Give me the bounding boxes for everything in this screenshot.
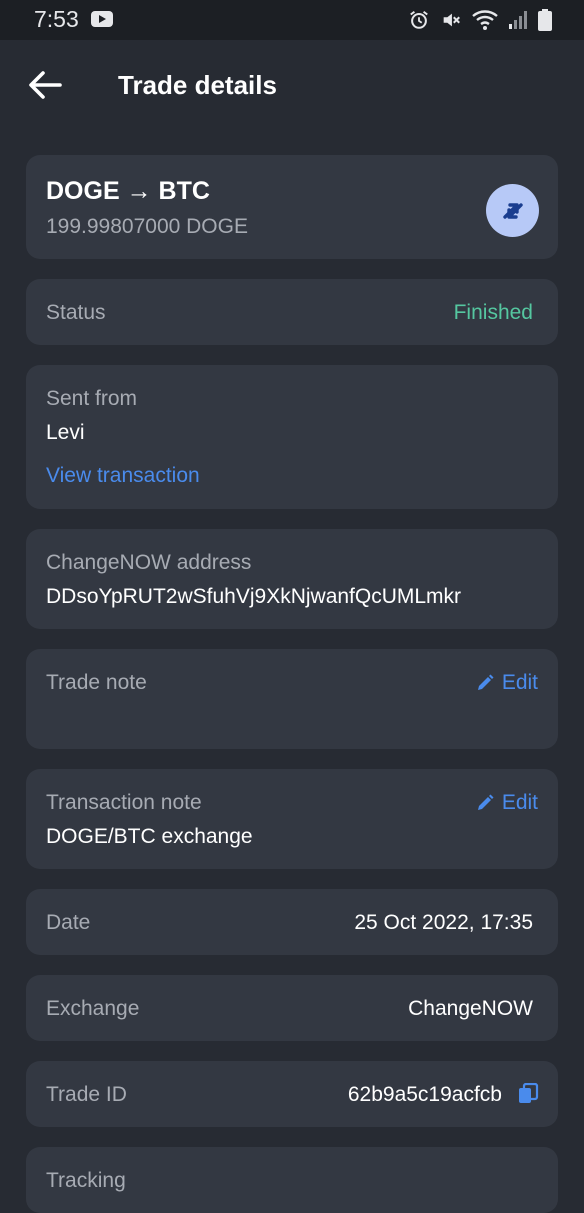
sent-from-wallet: Levi [46, 421, 85, 444]
trade-id-label: Trade ID [46, 1083, 127, 1106]
trade-note-label: Trade note [46, 671, 147, 694]
signal-icon [509, 11, 527, 29]
trade-note-edit-label: Edit [501, 671, 538, 694]
status-card: Status Finished [26, 279, 558, 345]
sent-from-card: Sent from Levi View transaction [26, 365, 558, 509]
exchange-value: ChangeNOW [408, 997, 533, 1020]
exchange-label: Exchange [46, 997, 140, 1020]
back-button[interactable] [24, 64, 66, 106]
pencil-icon [477, 794, 494, 810]
date-label: Date [46, 911, 91, 934]
battery-icon [538, 9, 552, 31]
trade-note-card: Trade note Edit [26, 649, 558, 749]
arrow-left-icon [29, 71, 62, 99]
mute-icon [443, 13, 460, 27]
trade-note-edit-button[interactable]: Edit [476, 671, 538, 695]
system-status-bar: 7:53 [0, 0, 584, 40]
transaction-note-edit-button[interactable]: Edit [476, 791, 538, 815]
tracking-card: Tracking [26, 1147, 558, 1213]
trade-id-value: 62b9a5c19acfcb [347, 1083, 502, 1106]
status-icons [408, 8, 552, 32]
changenow-address-card: ChangeNOW address DDsoYpRUT2wSfuhVj9XkNj… [26, 529, 558, 629]
changenow-address-value: DDsoYpRUT2wSfuhVj9XkNjwanfQcUMLmkr [46, 585, 462, 608]
date-value: 25 Oct 2022, 17:35 [354, 911, 533, 934]
copy-icon[interactable] [517, 1082, 539, 1110]
transaction-note-label: Transaction note [46, 791, 202, 814]
status-label: Status [46, 301, 106, 324]
transaction-note-card: Transaction note Edit DOGE/BTC exchange [26, 769, 558, 869]
trade-id-card: Trade ID 62b9a5c19acfcb [26, 1061, 558, 1127]
trade-amount: 199.99807000 DOGE [46, 215, 248, 238]
view-transaction-link[interactable]: View transaction [46, 464, 200, 488]
clock: 7:53 [34, 6, 79, 32]
exchange-card: Exchange ChangeNOW [26, 975, 558, 1041]
alarm-icon [410, 10, 428, 29]
status-badge: Finished [453, 301, 533, 324]
tracking-label: Tracking [46, 1169, 126, 1192]
transaction-note-edit-label: Edit [501, 791, 538, 814]
youtube-notification-icon [91, 11, 113, 27]
trade-summary-card: DOGE → BTC 199.99807000 DOGE [26, 155, 558, 259]
page-title: Trade details [118, 70, 277, 100]
changenow-address-label: ChangeNOW address [46, 551, 252, 574]
sent-from-label: Sent from [46, 387, 138, 410]
wifi-icon [472, 10, 498, 30]
app-bar: Trade details [0, 40, 584, 136]
transaction-note-value: DOGE/BTC exchange [46, 825, 253, 848]
trade-pair: DOGE → BTC [46, 177, 210, 205]
date-card: Date 25 Oct 2022, 17:35 [26, 889, 558, 955]
pencil-icon [477, 674, 494, 690]
exchange-swap-icon [486, 184, 539, 237]
